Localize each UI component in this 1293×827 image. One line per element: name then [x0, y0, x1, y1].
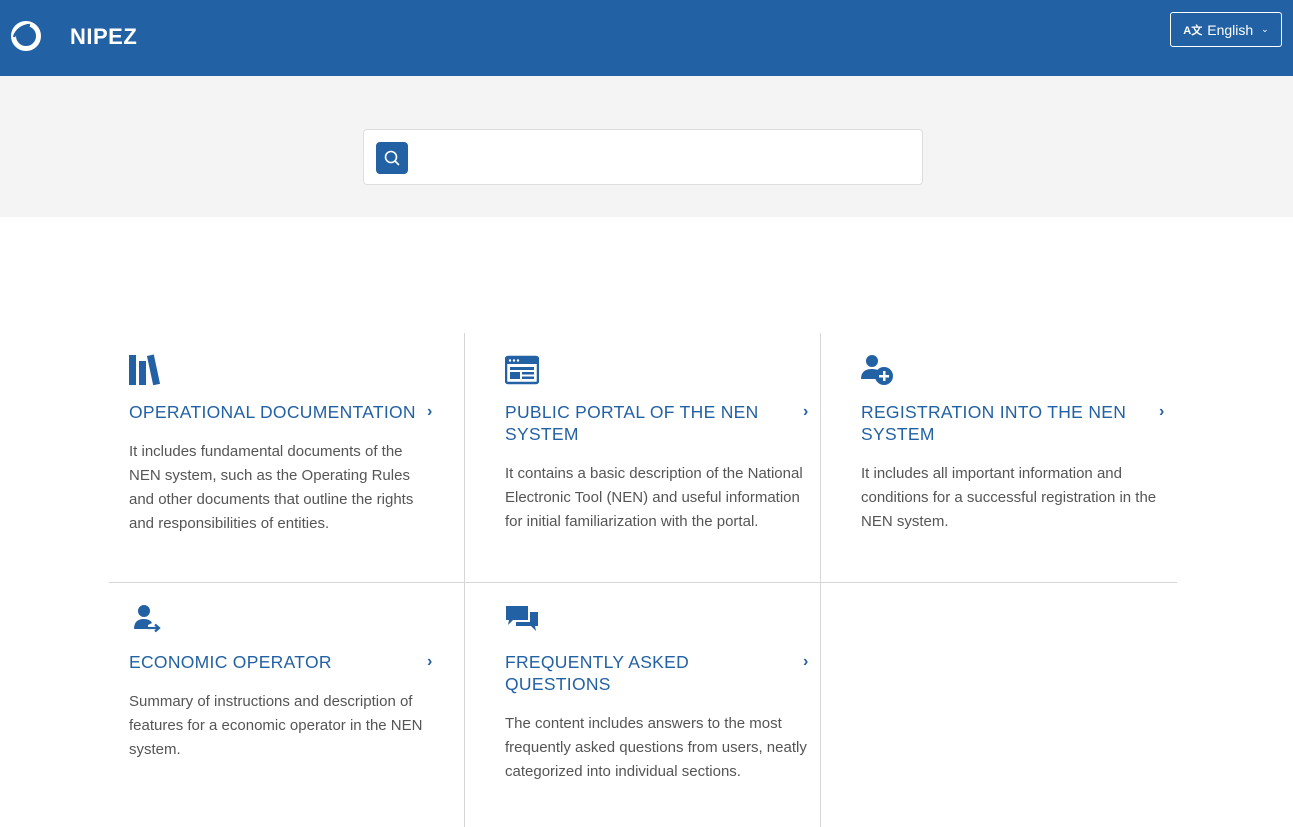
- search-section: [0, 76, 1293, 217]
- language-selector[interactable]: A文 English ⌄: [1170, 12, 1282, 47]
- card-economic-operator[interactable]: ECONOMIC OPERATOR › Summary of instructi…: [109, 583, 465, 827]
- card-description: It includes fundamental documents of the…: [129, 443, 414, 532]
- search-box: [363, 129, 923, 185]
- user-arrow-icon: [134, 605, 161, 633]
- card-title[interactable]: ECONOMIC OPERATOR: [129, 651, 419, 673]
- brand-name[interactable]: NIPEZ: [70, 24, 137, 50]
- chevron-right-icon[interactable]: ›: [427, 403, 432, 421]
- top-header: NIPEZ A文 English ⌄: [0, 0, 1293, 76]
- search-icon: [384, 150, 400, 166]
- chevron-right-icon[interactable]: ›: [1159, 403, 1164, 421]
- search-input[interactable]: [420, 142, 910, 174]
- books-icon: [129, 354, 161, 386]
- chevron-right-icon[interactable]: ›: [427, 653, 432, 671]
- card-faq[interactable]: FREQUENTLY ASKED QUESTIONS › The content…: [485, 583, 841, 827]
- translate-icon: A文: [1183, 24, 1203, 37]
- card-title[interactable]: REGISTRATION INTO THE NEN SYSTEM: [861, 401, 1151, 445]
- card-title[interactable]: PUBLIC PORTAL OF THE NEN SYSTEM: [505, 401, 795, 445]
- nipez-logo-icon[interactable]: [10, 20, 42, 52]
- card-title[interactable]: OPERATIONAL DOCUMENTATION: [129, 401, 419, 423]
- card-description: It includes all important information an…: [861, 465, 1157, 530]
- card-description: It contains a basic description of the N…: [505, 465, 803, 530]
- search-button[interactable]: [376, 142, 408, 174]
- card-public-portal[interactable]: PUBLIC PORTAL OF THE NEN SYSTEM › It con…: [485, 333, 841, 582]
- card-description: Summary of instructions and description …: [129, 693, 423, 758]
- chevron-right-icon[interactable]: ›: [803, 653, 808, 671]
- chat-bubbles-icon: [506, 606, 538, 631]
- card-title[interactable]: FREQUENTLY ASKED QUESTIONS: [505, 651, 795, 695]
- card-registration[interactable]: REGISTRATION INTO THE NEN SYSTEM › It in…: [841, 333, 1197, 582]
- user-add-icon: [861, 355, 893, 385]
- card-operational-documentation[interactable]: OPERATIONAL DOCUMENTATION › It includes …: [109, 333, 465, 582]
- browser-window-icon: [505, 355, 539, 385]
- chevron-down-icon: ⌄: [1261, 24, 1269, 34]
- language-label: English: [1207, 21, 1254, 38]
- chevron-right-icon[interactable]: ›: [803, 403, 808, 421]
- card-description: The content includes answers to the most…: [505, 715, 807, 780]
